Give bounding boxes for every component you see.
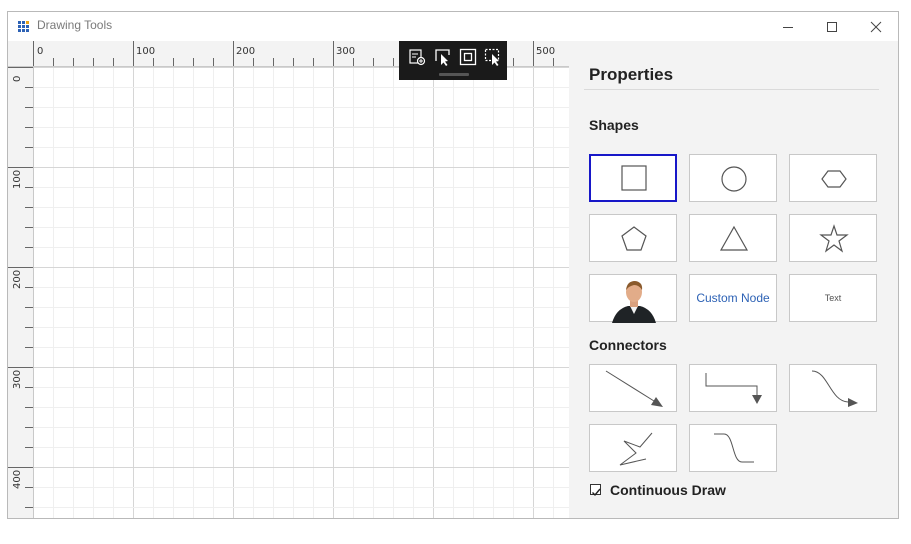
shape-custom-node[interactable]: Custom Node [689,274,777,322]
freehand-connector-icon [619,432,653,466]
shape-ellipse[interactable] [689,154,777,202]
connector-freehand[interactable] [589,424,677,472]
shape-hexagon[interactable] [789,154,877,202]
bezier-connector-icon [811,370,858,407]
ruler-v-label: 0 [12,76,23,82]
shape-pentagon[interactable] [589,214,677,262]
pentagon-icon [621,226,647,251]
title-bar: Drawing Tools [8,12,898,41]
ruler-h-label: 500 [536,46,555,57]
ruler-ticks [8,41,554,508]
shape-text[interactable]: Text [789,274,877,322]
select-icon [435,49,450,66]
maximize-button[interactable] [810,12,854,41]
close-icon [870,21,882,33]
connectors-header: Connectors [589,337,667,353]
ruler-h-label: 100 [136,46,155,57]
orthogonal-connector-icon [705,373,762,404]
select-tool-button[interactable] [433,47,453,67]
continuous-draw-label: Continuous Draw [610,482,726,498]
ellipse-icon [721,166,747,192]
text-node-label: Text [824,293,842,303]
custom-node-label: Custom Node [696,291,770,305]
window-title: Drawing Tools [37,18,113,32]
straight-connector-icon [605,370,663,407]
insert-tool-button[interactable] [407,47,427,67]
shape-rectangle[interactable] [589,154,677,202]
fit-to-page-button[interactable] [458,47,478,67]
pointer-select-icon [484,48,500,66]
connector-bezier[interactable] [789,364,877,412]
hexagon-icon [821,170,847,188]
star-icon [819,224,849,253]
close-button[interactable] [854,12,898,41]
canvas-grid: 0 100 200 300 500 0 100 200 300 400 [8,41,569,518]
ruler-v-label: 300 [12,370,23,389]
shapes-header: Shapes [589,117,639,133]
minimize-button[interactable] [766,12,810,41]
drawing-canvas[interactable]: 0 100 200 300 500 0 100 200 300 400 [8,41,569,518]
fit-to-page-icon [459,48,477,66]
toolbar-drag-grip[interactable] [439,73,469,76]
panel-divider [584,89,879,90]
maximize-icon [827,22,837,32]
pointer-select-button[interactable] [483,47,503,67]
ruler-h-label: 0 [37,46,43,57]
checkmark-icon [592,488,601,497]
app-grid-icon [18,21,30,32]
grid-lines [33,67,569,518]
person-photo [612,281,656,323]
quick-commands-toolbar [399,41,507,80]
continuous-draw-checkbox[interactable] [590,484,601,497]
triangle-icon [719,225,749,251]
curve-connector-icon [714,433,754,463]
shape-triangle[interactable] [689,214,777,262]
minimize-icon [783,27,793,28]
connector-orthogonal[interactable] [689,364,777,412]
ruler-v-label: 100 [12,170,23,189]
insert-icon [409,49,426,66]
rectangle-icon [621,165,647,191]
shape-person-photo[interactable] [589,274,677,323]
connector-straight[interactable] [589,364,677,412]
connector-curve[interactable] [689,424,777,472]
panel-title: Properties [589,65,674,84]
app-window: Drawing Tools 0 100 200 300 500 0 100 20… [7,11,899,519]
ruler-v-label: 400 [12,470,23,489]
ruler-h-label: 300 [336,46,355,57]
shape-star[interactable] [789,214,877,262]
ruler-v-label: 200 [12,270,23,289]
properties-panel: Properties Shapes Custom Node Text Conne… [569,41,898,518]
ruler-h-label: 200 [236,46,255,57]
